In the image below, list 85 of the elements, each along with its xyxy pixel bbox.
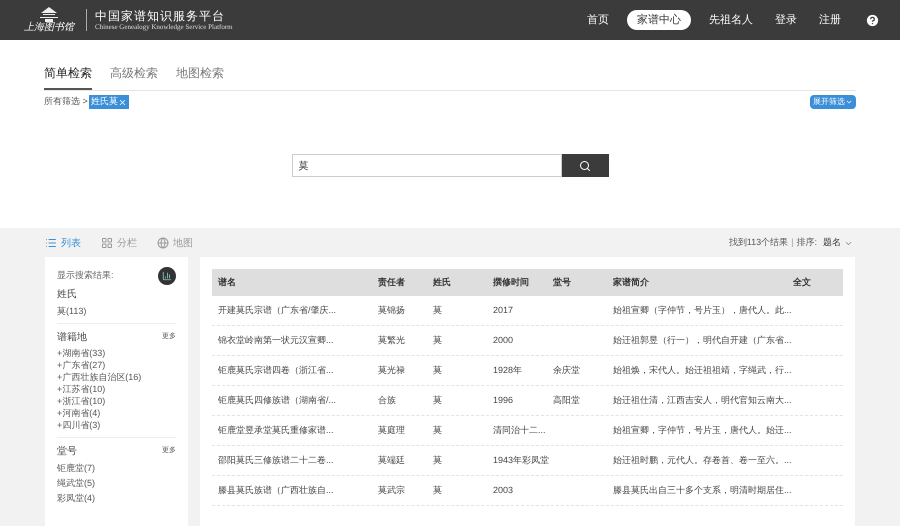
table-cell[interactable]: 邵阳莫氏三修族谱二十二卷... bbox=[218, 454, 334, 465]
table-cell: 莫 bbox=[433, 454, 442, 465]
globe-icon bbox=[157, 237, 169, 249]
result-count: 找到113个结果 bbox=[728, 236, 788, 250]
filter-breadcrumb: 所有筛选 > bbox=[44, 95, 88, 108]
group-title: 姓氏 bbox=[57, 288, 77, 302]
nav-link[interactable]: 家谱中心 bbox=[627, 10, 691, 30]
table-cell: 莫端廷 bbox=[378, 454, 405, 465]
sidebar-title: 显示搜索结果: bbox=[57, 269, 114, 282]
logo-text: 上海图书馆 bbox=[24, 23, 74, 33]
table-cell: 始祖宣卿，字仲节，号片玉，唐代人。始迁... bbox=[613, 424, 792, 435]
table-cell: 1996 bbox=[493, 394, 514, 405]
table-cell: 莫 bbox=[433, 364, 442, 375]
filter-option[interactable]: +广东省(27) bbox=[57, 359, 176, 371]
search-icon bbox=[579, 160, 591, 172]
table-cell[interactable]: 钜鹿莫氏宗谱四卷（浙江省... bbox=[218, 364, 334, 375]
filter-option[interactable]: +湖南省(33) bbox=[57, 347, 176, 359]
column-header: 姓氏 bbox=[433, 276, 452, 289]
grid-icon bbox=[101, 237, 113, 249]
search-tab[interactable]: 高级检索 bbox=[110, 64, 158, 90]
help-icon[interactable] bbox=[865, 12, 880, 28]
separator: | bbox=[791, 236, 794, 250]
table-cell: 始迁祖郭昱（行一），明代自开建（广东省... bbox=[613, 334, 792, 345]
filter-option[interactable]: +江苏省(10) bbox=[57, 383, 176, 395]
table-cell[interactable]: 钜鹿堂昱承堂莫氏重修家谱... bbox=[218, 424, 334, 435]
table-cell: 莫武宗 bbox=[378, 484, 405, 495]
chevron-icon bbox=[845, 98, 853, 106]
table-cell: 莫 bbox=[433, 424, 442, 435]
table-cell: 余庆堂 bbox=[553, 364, 580, 375]
table-cell: 2003 bbox=[493, 484, 514, 495]
table-cell: 莫光禄 bbox=[378, 364, 405, 375]
filter-option[interactable]: +河南省(4) bbox=[57, 407, 176, 419]
table-cell: 始祖宣卿（字仲节，号片玉），唐代人。此... bbox=[613, 304, 792, 315]
search-field[interactable]: 莫 bbox=[292, 154, 562, 177]
table-cell[interactable]: 钜鹿莫氏四修族谱（湖南省/... bbox=[218, 394, 336, 405]
table-cell[interactable]: 锦衣堂岭南第一状元汉宣卿... bbox=[218, 334, 334, 345]
search-button[interactable] bbox=[562, 154, 608, 177]
close-icon[interactable] bbox=[118, 98, 127, 106]
table-cell: 莫 bbox=[433, 304, 442, 315]
filter-option[interactable]: +四川省(3) bbox=[57, 419, 176, 431]
filter-option[interactable]: +浙江省(10) bbox=[57, 395, 176, 407]
table-cell: 2017 bbox=[493, 304, 514, 315]
filter-option[interactable]: 莫(113) bbox=[57, 305, 176, 317]
table-cell: 莫 bbox=[433, 394, 442, 405]
nav-link[interactable]: 登录 bbox=[771, 10, 801, 30]
column-header: 全文 bbox=[793, 276, 812, 289]
table-cell[interactable]: 开建莫氏宗谱（广东省/肇庆... bbox=[218, 304, 336, 315]
column-header: 谱名 bbox=[216, 276, 237, 289]
chart-button[interactable] bbox=[158, 267, 176, 285]
nav-link[interactable]: 注册 bbox=[815, 10, 845, 30]
table-cell: 1928年 bbox=[493, 364, 522, 375]
column-header: 责任者 bbox=[378, 276, 406, 289]
pagoda-logo-icon bbox=[38, 7, 60, 23]
table-cell: 始迁祖仕清，江西吉安人，明代官知云南大... bbox=[613, 394, 792, 405]
filter-option[interactable]: 绳武堂(5) bbox=[57, 477, 176, 489]
table-cell: 滕县莫氏出自三十多个支系，明清时期居住... bbox=[613, 484, 792, 495]
column-header: 家谱简介 bbox=[613, 276, 650, 289]
table-cell: 莫庭理 bbox=[378, 424, 405, 435]
table-cell: 高阳堂 bbox=[553, 394, 580, 405]
nav-link[interactable]: 先祖名人 bbox=[705, 10, 757, 30]
table-cell: 合族 bbox=[378, 394, 396, 405]
table-cell: 2000 bbox=[493, 334, 514, 345]
filter-option[interactable]: 彩凤堂(4) bbox=[57, 492, 176, 504]
table-cell: 莫 bbox=[433, 334, 442, 345]
group-title: 堂号 bbox=[57, 444, 77, 459]
sort-label: 排序: bbox=[796, 236, 817, 250]
bar-chart-icon bbox=[162, 271, 172, 281]
table-cell: 1943年彩凤堂 bbox=[493, 454, 550, 465]
table-cell: 始祖焕，宋代人。始迁祖祖靖，字绳武，行... bbox=[613, 364, 792, 375]
table-cell: 莫锦扬 bbox=[378, 304, 405, 315]
platform-title: 中国家谱知识服务平台 bbox=[95, 10, 226, 22]
search-tab[interactable]: 地图检索 bbox=[176, 64, 224, 90]
table-cell[interactable]: 滕县莫氏族谱（广西壮族自... bbox=[218, 484, 334, 495]
table-cell: 莫繁光 bbox=[378, 334, 405, 345]
filter-option[interactable]: 钜鹿堂(7) bbox=[57, 462, 176, 474]
filter-option[interactable]: +广西壮族自治区(16) bbox=[57, 371, 176, 383]
search-tab[interactable]: 简单检索 bbox=[44, 64, 92, 90]
column-header: 撰修时间 bbox=[493, 276, 530, 289]
group-title: 谱籍地 bbox=[57, 330, 87, 345]
table-cell: 始迁祖时鹏，元代人。存卷首、卷一至六。... bbox=[613, 454, 792, 465]
table-cell: 清同治十二... bbox=[493, 424, 546, 435]
table-cell: 莫 bbox=[433, 484, 442, 495]
sort-dropdown[interactable]: 题名 bbox=[823, 236, 853, 250]
column-header: 堂号 bbox=[553, 276, 572, 289]
nav-link[interactable]: 首页 bbox=[583, 10, 613, 30]
